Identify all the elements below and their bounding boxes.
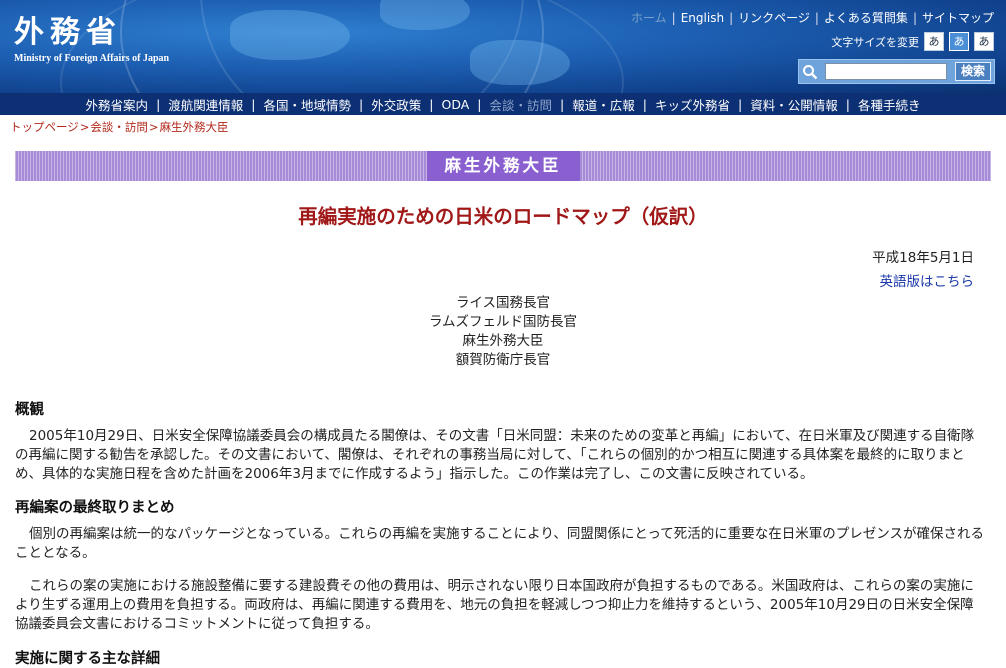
map-land (470, 40, 570, 85)
util-link-english[interactable]: English (681, 11, 724, 25)
util-link-links[interactable]: リンクページ (738, 11, 810, 25)
site-header: 外務省 Ministry of Foreign Affairs of Japan… (0, 0, 1006, 93)
nav-item-policy[interactable]: 外交政策 (371, 95, 421, 114)
nav-item-kids[interactable]: キッズ外務省 (655, 95, 730, 114)
site-logo-en[interactable]: Ministry of Foreign Affairs of Japan (14, 53, 169, 64)
font-size-label: 文字サイズを変更 (831, 35, 919, 49)
nav-item-regions[interactable]: 各国・地域情勢 (264, 95, 352, 114)
nav-item-press[interactable]: 報道・広報 (572, 95, 635, 114)
site-logo-ja[interactable]: 外務省 (14, 16, 122, 50)
global-nav: 外務省案内 | 渡航関連情報 | 各国・地域情勢 | 外交政策 | ODA | 会談・訪問… (0, 93, 1006, 115)
nav-item-procedures[interactable]: 各種手続き (858, 95, 921, 114)
section-band: 麻生外務大臣 (15, 151, 991, 181)
nav-item-about[interactable]: 外務省案内 (86, 95, 149, 114)
font-size-control: 文字サイズを変更 あ あ あ (831, 32, 994, 51)
breadcrumb-item-current: 麻生外務大臣 (159, 120, 229, 134)
breadcrumb-item-top[interactable]: トップページ (10, 120, 79, 134)
signatory: ラムズフェルド国防長官 (428, 314, 578, 330)
search-bar: 検索 (798, 59, 995, 84)
font-size-medium-button[interactable]: あ (949, 32, 969, 51)
breadcrumb-item-visits[interactable]: 会談・訪問 (90, 120, 148, 134)
signatory: 麻生外務大臣 (462, 333, 544, 349)
font-size-large-button[interactable]: あ (974, 32, 994, 51)
paragraph-overview: 2005年10月29日、日米安全保障協議委員会の構成員たる閣僚は、その文書「日米… (15, 428, 975, 482)
nav-item-travel[interactable]: 渡航関連情報 (168, 95, 243, 114)
signatories: ライス国務長官 ラムズフェルド国防長官 麻生外務大臣 額賀防衛庁長官 (0, 294, 1006, 370)
nav-item-documents[interactable]: 資料・公開情報 (750, 95, 838, 114)
heading-overview: 概観 (15, 402, 44, 418)
search-input[interactable] (825, 63, 947, 80)
paragraph-final-1: 個別の再編案は統一的なパッケージとなっている。これらの再編を実施することにより、… (15, 526, 984, 561)
document-date: 平成18年5月1日 (872, 250, 974, 266)
paragraph-final-2: これらの案の実施における施設整備に要する建設費その他の費用は、明示されない限り日… (15, 578, 974, 632)
signatory: ライス国務長官 (455, 295, 551, 311)
breadcrumb: トップページ>会談・訪問>麻生外務大臣 (10, 120, 229, 134)
util-link-home[interactable]: ホーム (631, 11, 667, 25)
font-size-small-button[interactable]: あ (924, 32, 944, 51)
nav-item-visits[interactable]: 会談・訪問 (490, 95, 553, 114)
search-icon (799, 61, 821, 82)
utility-links: ホーム | English | リンクページ | よくある質問集 | サイトマップ (631, 11, 994, 25)
page-title: 再編実施のための日米のロードマップ（仮訳） (298, 205, 708, 228)
heading-details: 実施に関する主な詳細 (15, 651, 160, 667)
map-land (230, 10, 350, 60)
english-version-link[interactable]: 英語版はこちら (880, 270, 975, 290)
signatory: 額賀防衛庁長官 (455, 352, 551, 368)
util-link-faq[interactable]: よくある質問集 (824, 11, 908, 25)
util-link-sitemap[interactable]: サイトマップ (922, 11, 994, 25)
search-button[interactable]: 検索 (955, 62, 992, 81)
heading-final: 再編案の最終取りまとめ (15, 500, 175, 516)
nav-item-oda[interactable]: ODA (441, 97, 469, 112)
section-title: 麻生外務大臣 (426, 151, 580, 181)
